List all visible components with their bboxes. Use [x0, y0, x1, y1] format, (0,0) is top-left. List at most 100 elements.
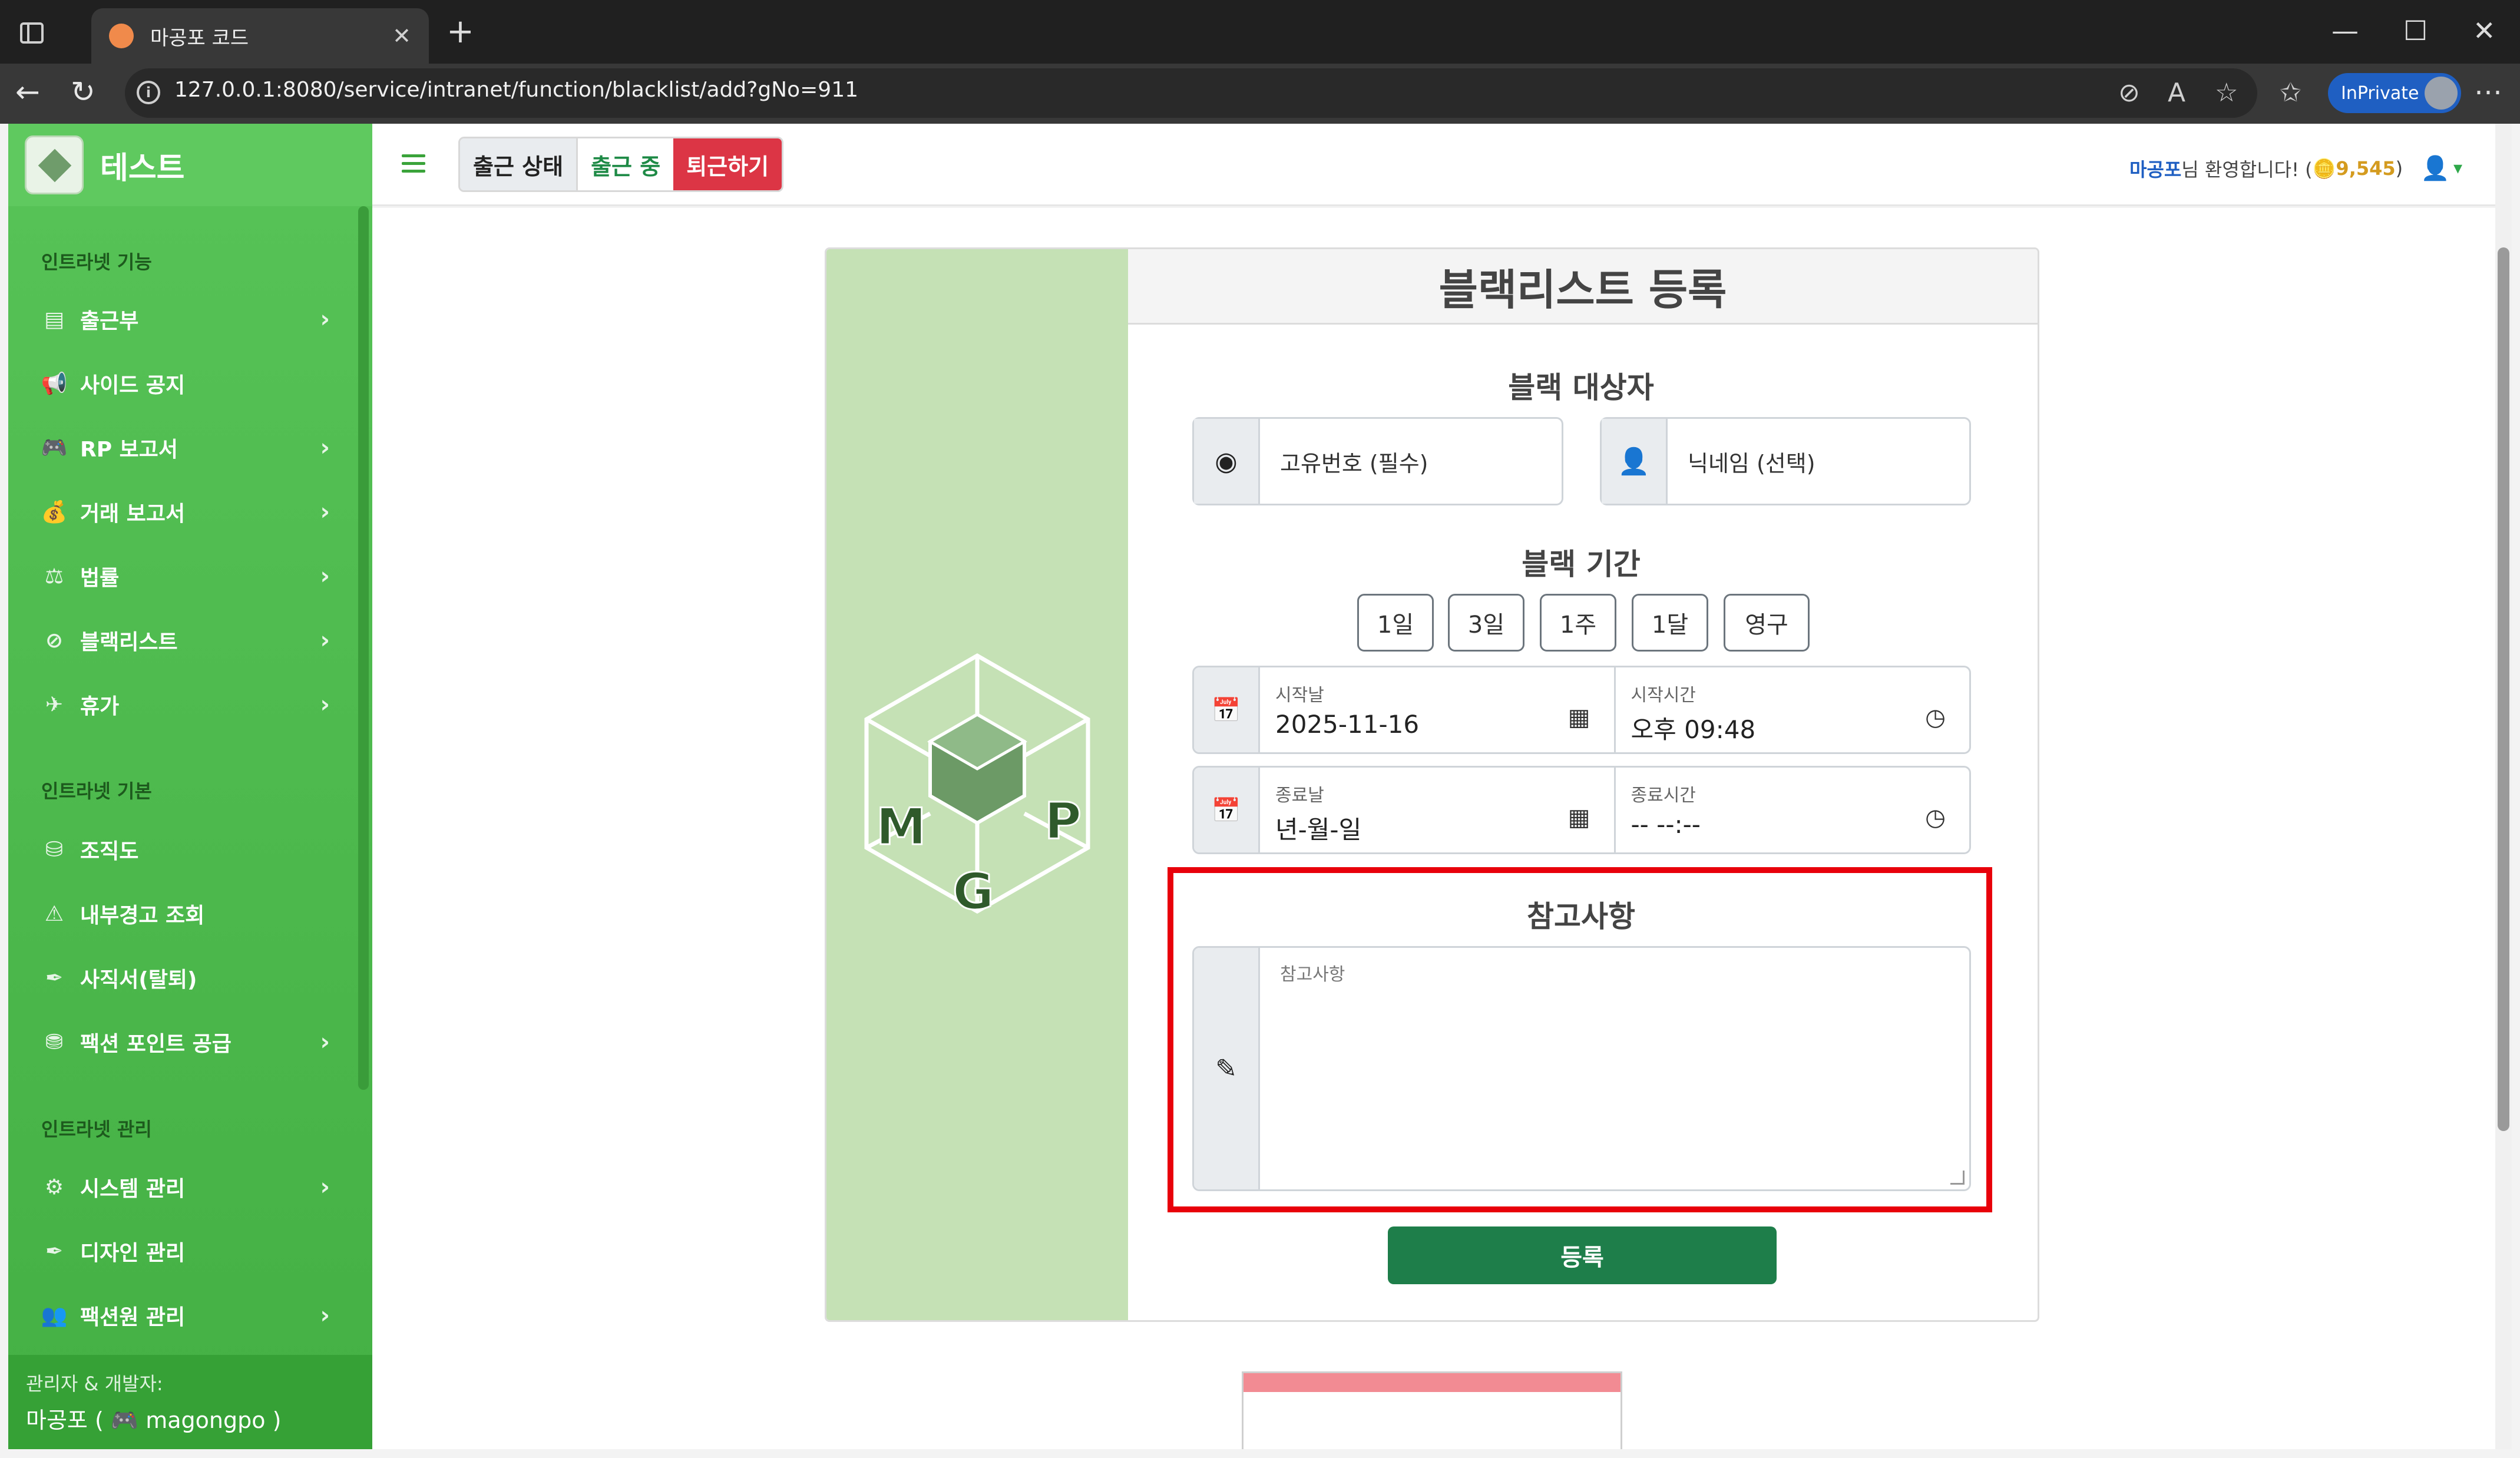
gear-icon: ⚙ — [44, 1175, 64, 1199]
id-input-group[interactable]: ◉ 고유번호 (필수) — [1192, 417, 1563, 505]
clock-icon[interactable]: ◷ — [1925, 804, 1946, 831]
svg-text:P: P — [1044, 792, 1082, 851]
calendar-icon: 📅 — [1194, 768, 1260, 852]
plane-icon: ✈ — [45, 692, 64, 717]
note-input-group[interactable]: ✎ 참고사항 — [1192, 946, 1971, 1191]
end-time-field[interactable]: 종료시간 -- --:-- ◷ — [1616, 768, 1970, 852]
chevron-right-icon: › — [320, 498, 330, 525]
chevron-right-icon: › — [320, 306, 330, 333]
url-text[interactable]: 127.0.0.1:8080/service/intranet/function… — [174, 78, 858, 102]
start-date-field[interactable]: 시작날 2025-11-16 ▦ — [1260, 667, 1616, 752]
site-info-icon[interactable]: i — [137, 81, 160, 104]
quick-3day-button[interactable]: 3일 — [1448, 594, 1524, 652]
user-caret-icon[interactable]: ▾ — [2453, 158, 2462, 178]
browser-tab[interactable]: 마공포 코드 ✕ — [91, 8, 429, 64]
read-aloud-icon[interactable]: A — [2168, 75, 2185, 111]
footer-developer: 마공포 ( 🎮 magongpo ) — [26, 1407, 282, 1433]
date-picker-icon[interactable]: ▦ — [1568, 704, 1590, 731]
refresh-icon[interactable]: ↻ — [71, 73, 95, 111]
top-header: 출근 상태 출근 중 퇴근하기 마공포 님 환영합니다! ( 🪙9,545 ) … — [372, 124, 2504, 206]
logo-panel: M G P — [826, 249, 1128, 1320]
sidebar-item-members[interactable]: 👥 팩션원 관리 › — [41, 1292, 336, 1339]
sidebar-toggle-icon[interactable] — [20, 22, 44, 44]
section-title: 인트라넷 관리 — [41, 1118, 152, 1140]
end-date-field[interactable]: 종료날 년-월-일 ▦ — [1260, 768, 1616, 852]
note-section-title: 참고사항 — [1527, 900, 1635, 934]
favorite-star-icon[interactable]: ☆ — [2215, 75, 2238, 111]
mgp-logo: M G P — [864, 653, 1090, 923]
attendance-status-group: 출근 상태 출근 중 퇴근하기 — [458, 137, 784, 192]
favicon-icon — [109, 24, 134, 48]
more-options-icon[interactable]: ⋯ — [2474, 74, 2502, 110]
user-icon[interactable]: 👤 — [2420, 154, 2450, 182]
sidebar-item-warnings[interactable]: ⚠ 내부경고 조회 — [41, 890, 336, 937]
list-card-preview — [1242, 1371, 1622, 1449]
sidebar-item-system[interactable]: ⚙ 시스템 관리 › — [41, 1163, 336, 1211]
sidebar-item-trade-report[interactable]: 💰 거래 보고서 › — [41, 488, 336, 535]
quick-1week-button[interactable]: 1주 — [1540, 594, 1616, 652]
brand[interactable]: 테스트 — [8, 124, 372, 206]
warning-icon: ⚠ — [44, 901, 64, 926]
quick-1day-button[interactable]: 1일 — [1357, 594, 1434, 652]
tab-close-icon[interactable]: ✕ — [392, 23, 411, 49]
end-time-value[interactable]: -- --:-- — [1631, 810, 1955, 839]
close-window-icon[interactable]: ✕ — [2473, 13, 2496, 48]
date-picker-icon[interactable]: ▦ — [1568, 804, 1590, 831]
sidebar-item-rp-report[interactable]: 🎮 RP 보고서 › — [41, 424, 336, 471]
start-datetime-row: 📅 시작날 2025-11-16 ▦ 시작시간 오후 09:48 ◷ — [1192, 666, 1971, 754]
quick-1month-button[interactable]: 1달 — [1632, 594, 1708, 652]
clock-icon[interactable]: ◷ — [1925, 704, 1946, 731]
sidebar-item-org-chart[interactable]: ⛁ 조직도 — [41, 826, 336, 873]
file-signature-icon: ✎ — [1194, 948, 1260, 1189]
start-time-value[interactable]: 오후 09:48 — [1631, 710, 1955, 746]
fingerprint-icon: ◉ — [1194, 419, 1260, 504]
minimize-icon[interactable]: — — [2332, 13, 2359, 48]
maximize-icon[interactable]: ☐ — [2403, 13, 2428, 48]
nickname-input[interactable]: 닉네임 (선택) — [1668, 419, 1969, 504]
start-time-field[interactable]: 시작시간 오후 09:48 ◷ — [1616, 667, 1970, 752]
sidebar-scrollbar[interactable] — [358, 206, 369, 1090]
ban-icon: ⊘ — [45, 628, 64, 653]
sidebar-item-attendance[interactable]: ▤ 출근부 › — [41, 296, 336, 343]
sidebar-item-blacklist[interactable]: ⊘ 블랙리스트 › — [41, 617, 336, 664]
status-label: 출근 상태 — [460, 138, 577, 190]
calendar-icon: 📅 — [1194, 667, 1260, 752]
id-input[interactable]: 고유번호 (필수) — [1260, 419, 1562, 504]
section-title: 인트라넷 기본 — [41, 780, 152, 802]
svg-text:G: G — [953, 862, 994, 921]
nickname-input-group[interactable]: 👤 닉네임 (선택) — [1600, 417, 1971, 505]
sidebar-item-side-notice[interactable]: 📢 사이드 공지 — [41, 360, 336, 407]
start-date-value[interactable]: 2025-11-16 — [1275, 710, 1599, 739]
quick-permanent-button[interactable]: 영구 — [1724, 594, 1810, 652]
end-time-label: 종료시간 — [1631, 785, 1696, 806]
checkout-button[interactable]: 퇴근하기 — [673, 138, 782, 190]
new-tab-icon[interactable]: + — [447, 13, 474, 51]
note-textarea[interactable]: 참고사항 — [1260, 948, 1969, 1189]
sidebar-item-design[interactable]: ✒ 디자인 관리 — [41, 1228, 336, 1275]
submit-button[interactable]: 등록 — [1388, 1226, 1777, 1284]
browser-titlebar: 마공포 코드 ✕ + — ☐ ✕ — [0, 0, 2520, 64]
resize-handle-icon[interactable] — [1950, 1171, 1965, 1185]
inprivate-badge[interactable]: InPrivate — [2328, 73, 2461, 113]
chevron-right-icon: › — [320, 691, 330, 718]
sidebar-item-vacation[interactable]: ✈ 휴가 › — [41, 681, 336, 728]
sidebar-footer: 관리자 & 개발자: 마공포 ( 🎮 magongpo ) — [8, 1355, 372, 1449]
coins-icon: ⛃ — [45, 1030, 64, 1054]
favorites-icon[interactable]: ✩ — [2280, 75, 2301, 111]
org-chart-icon: ⛁ — [45, 837, 64, 862]
back-icon[interactable]: ← — [15, 73, 40, 111]
page-scrollbar-thumb[interactable] — [2498, 247, 2509, 1131]
chevron-right-icon: › — [320, 1173, 330, 1201]
target-section-title: 블랙 대상자 — [1508, 371, 1654, 405]
money-bag-icon: 💰 — [41, 500, 68, 524]
hamburger-menu-icon[interactable] — [402, 154, 425, 177]
tracking-prevention-icon[interactable]: ⊘ — [2118, 75, 2140, 111]
chevron-right-icon: › — [320, 563, 330, 590]
sidebar-item-law[interactable]: ⚖ 법률 › — [41, 553, 336, 600]
sidebar-item-resign[interactable]: ✒ 사직서(탈퇴) — [41, 954, 336, 1001]
end-date-value[interactable]: 년-월-일 — [1275, 810, 1599, 846]
chevron-right-icon: › — [320, 627, 330, 654]
points-value: 🪙9,545 — [2312, 157, 2396, 180]
sidebar-item-faction-points[interactable]: ⛃ 팩션 포인트 공급 › — [41, 1019, 336, 1066]
brand-name: 테스트 — [100, 150, 185, 186]
